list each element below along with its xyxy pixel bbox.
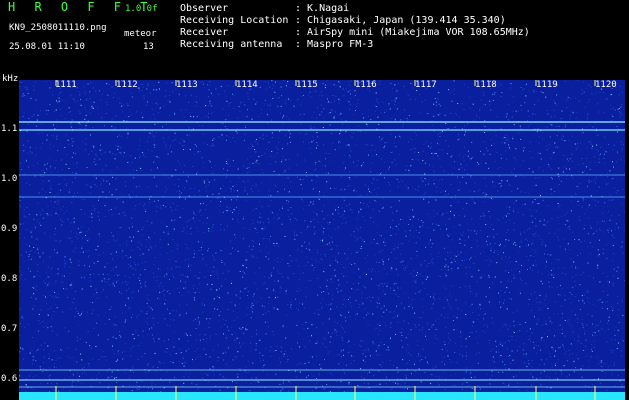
meteor-label: meteor (124, 29, 157, 39)
time-tick: 1119 (536, 80, 558, 90)
time-tick: 1115 (296, 80, 318, 90)
y-tick: 0.7 (1, 324, 18, 334)
y-tick: 1.1 (1, 124, 18, 134)
receiver-label: Receiver (180, 27, 229, 38)
time-tick: 1113 (176, 80, 198, 90)
time-tick: 1116 (355, 80, 377, 90)
time-tick: 1118 (475, 80, 497, 90)
antenna-value: : Maspro FM-3 (295, 39, 374, 50)
spectrogram-canvas (19, 80, 625, 400)
meteor-count: 13 (143, 42, 154, 52)
time-tick: 1114 (236, 80, 258, 90)
antenna-label: Receiving antenna (180, 39, 283, 50)
observer-value: : K.Nagai (295, 3, 350, 14)
y-tick: 1.0 (1, 174, 18, 184)
time-tick: 1120 (595, 80, 617, 90)
header-panel: H R O F F T 1.0.0f KN9_2508011110.png me… (0, 0, 629, 74)
time-tick: 1117 (415, 80, 437, 90)
location-label: Receiving Location (180, 15, 289, 26)
y-tick: 0.8 (1, 274, 18, 284)
receiver-value: : AirSpy mini (Miakejima VOR 108.65MHz) (295, 27, 530, 38)
y-tick: 0.9 (1, 224, 18, 234)
time-tick: 1111 (55, 80, 77, 90)
app-version: 1.0.0f (125, 4, 158, 14)
spectrogram-plot (19, 80, 625, 400)
capture-datetime: 25.08.01 11:10 (9, 42, 85, 52)
location-value: : Chigasaki, Japan (139.414 35.340) (295, 15, 506, 26)
y-tick: 0.6 (1, 374, 18, 384)
file-name: KN9_2508011110.png (9, 23, 107, 33)
observer-label: Observer (180, 3, 229, 14)
y-axis-unit: kHz (2, 74, 19, 84)
time-tick: 1112 (116, 80, 138, 90)
